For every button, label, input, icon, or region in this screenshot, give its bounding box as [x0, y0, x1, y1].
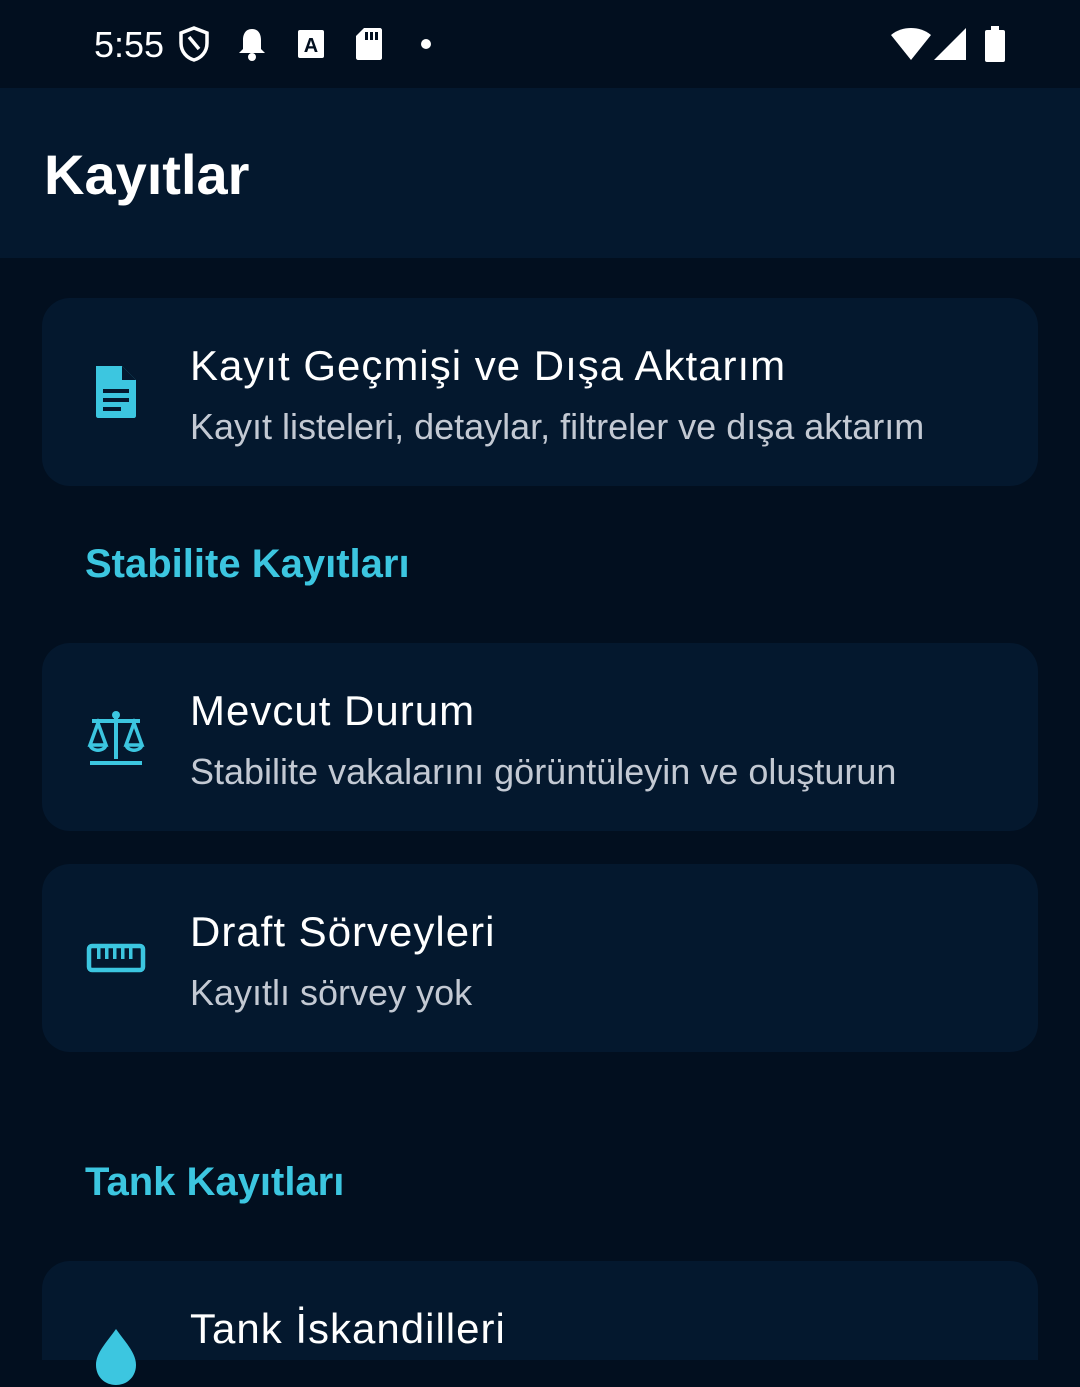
section-header-tank: Tank Kayıtları — [85, 1160, 345, 1204]
dot-icon — [421, 39, 431, 49]
card-subtitle: Kayıtlı sörvey yok — [190, 972, 473, 1013]
shield-icon — [179, 26, 209, 62]
card-title: Kayıt Geçmişi ve Dışa Aktarım — [190, 342, 787, 389]
document-icon — [96, 366, 136, 418]
sd-card-icon — [356, 28, 382, 60]
card-title: Tank İskandilleri — [190, 1305, 506, 1352]
card-title: Draft Sörveyleri — [190, 908, 496, 955]
page-title: Kayıtlar — [44, 143, 250, 206]
records-history-card[interactable]: Kayıt Geçmişi ve Dışa Aktarım Kayıt list… — [42, 298, 1038, 486]
bell-icon — [239, 29, 265, 61]
status-bar: 5:55 A — [0, 0, 1080, 88]
draft-surveys-card[interactable]: Draft Sörveyleri Kayıtlı sörvey yok — [42, 864, 1038, 1052]
signal-icon — [934, 28, 966, 60]
card-subtitle: Stabilite vakalarını görüntüleyin ve olu… — [190, 751, 897, 792]
status-time: 5:55 — [94, 24, 165, 65]
battery-icon — [985, 26, 1005, 62]
ruler-icon — [86, 943, 146, 973]
scale-icon — [87, 711, 145, 765]
wifi-icon — [891, 28, 931, 60]
section-header-stability: Stabilite Kayıtları — [85, 542, 410, 586]
current-status-card[interactable]: Mevcut Durum Stabilite vakalarını görünt… — [42, 643, 1038, 831]
tank-soundings-card[interactable]: Tank İskandilleri — [42, 1261, 1038, 1385]
svg-text:A: A — [304, 35, 318, 57]
card-subtitle: Kayıt listeleri, detaylar, filtreler ve … — [190, 406, 925, 447]
water-drop-icon — [96, 1329, 136, 1385]
app-bar: Kayıtlar — [0, 88, 1080, 258]
a-box-icon: A — [298, 30, 324, 58]
card-title: Mevcut Durum — [190, 687, 476, 734]
